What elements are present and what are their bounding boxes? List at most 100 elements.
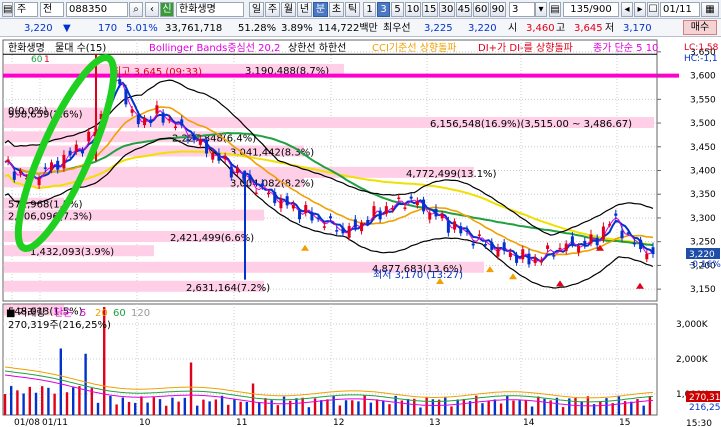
interval-button-5[interactable]: 5 (391, 2, 404, 17)
stock-name-field[interactable]: 한화생명 (176, 2, 244, 17)
volume-bar (53, 393, 56, 415)
stock-code-input[interactable]: 088350 (66, 2, 128, 17)
candle-body (285, 196, 289, 206)
calendar-icon[interactable]: ▦ (701, 2, 719, 17)
volume-bar (444, 396, 447, 415)
candle-body (205, 139, 209, 154)
low-label: 저 (605, 23, 615, 34)
scroll-right-icon[interactable]: ▸ (634, 2, 646, 17)
volume-bar (171, 397, 174, 415)
candle-body (484, 244, 488, 246)
volume-bar (214, 399, 218, 415)
price-tick-label: 3,350 (690, 190, 716, 200)
period-button-4[interactable]: 분 (313, 2, 328, 17)
candle-body (155, 105, 159, 114)
stock-search-icon[interactable]: ▤ (2, 2, 13, 17)
candle-body (56, 160, 60, 170)
date-check-icon[interactable]: ☐ (647, 2, 659, 17)
volume-bar (437, 399, 441, 415)
candle-body (564, 243, 568, 252)
candle-body (372, 206, 376, 217)
period-select[interactable]: 전 (40, 2, 64, 17)
volume-bar (78, 386, 81, 415)
candle-body (74, 144, 78, 151)
volume-bar (96, 402, 100, 415)
candle-body (527, 253, 531, 265)
candle-body (143, 117, 147, 126)
price-tick-label: 3,150 (690, 285, 716, 295)
legend-stock-name: 한화생명 (8, 42, 45, 54)
interval-button-15[interactable]: 15 (422, 2, 438, 17)
time-tick-label: 01/11 (42, 418, 68, 427)
volume-bar (22, 393, 25, 415)
period-button-1[interactable]: 주 (265, 2, 280, 17)
price-chart[interactable]: 3,190,488(8.7%)6,156,548(16.9%)(3,515.00… (0, 37, 721, 427)
volume-bar (72, 387, 75, 415)
price-tick-label: 3,450 (690, 143, 716, 153)
volume-bar (152, 397, 156, 415)
scroll-left-icon[interactable]: ◂ (621, 2, 633, 17)
volume-bar (251, 383, 255, 415)
price-tick-label: 3,300 (690, 214, 716, 224)
legend-hc: HC:-1,1 (684, 54, 718, 64)
interval-button-45[interactable]: 45 (456, 2, 472, 17)
period-button-5[interactable]: 초 (329, 2, 344, 17)
period-button-3[interactable]: 년 (297, 2, 312, 17)
volume-bar (630, 401, 633, 415)
interval-button-3[interactable]: 3 (377, 2, 390, 17)
candle-body (37, 178, 41, 186)
candle-body (453, 221, 457, 230)
volume-bar (65, 392, 69, 415)
candle-body (298, 210, 302, 220)
volume-bar (270, 400, 273, 415)
code-search-icon[interactable]: ⌕ (129, 2, 143, 17)
price-tick-label: 3,550 (690, 95, 716, 105)
volume-bar (208, 401, 211, 415)
volume-tick-label: 2,000K (676, 355, 709, 365)
period-button-0[interactable]: 일 (249, 2, 264, 17)
volume-bar (648, 396, 652, 415)
time-tick-label: 11 (236, 418, 247, 427)
time-tick-label: 13 (429, 418, 440, 427)
volume-bar (580, 401, 583, 415)
candle-body (192, 134, 196, 141)
market-type-select[interactable]: 주 (14, 2, 38, 17)
interval-button-60[interactable]: 60 (473, 2, 489, 17)
credit-badge: 신 (160, 2, 174, 17)
prev-stock-icon[interactable]: ‹ (145, 2, 159, 17)
current-price: 3,220 (24, 23, 53, 34)
volume-bar (115, 404, 118, 415)
candle-body (601, 226, 605, 240)
candle-body (490, 242, 494, 250)
interval-dropdown-icon[interactable]: ▾ (535, 2, 547, 17)
period-button-6[interactable]: 틱 (345, 2, 360, 17)
volume-bar (617, 395, 621, 415)
candle-body (180, 119, 184, 126)
period-button-2[interactable]: 월 (281, 2, 296, 17)
volume-bar (375, 399, 379, 415)
interval-input[interactable]: 3 (509, 2, 535, 17)
candle-body (6, 159, 10, 162)
interval-button-1[interactable]: 1 (363, 2, 376, 17)
candle-body (595, 237, 599, 246)
candle-body (260, 183, 264, 186)
price-tick-label: 3,600 (690, 72, 716, 82)
legend-ma-label: 물대 수(15) (55, 42, 106, 54)
candle-body (515, 254, 519, 263)
low-marker: 최저 3,170 (13:27) (373, 269, 463, 281)
volume-bar (10, 386, 13, 415)
date-input[interactable]: 01/11 (660, 2, 700, 17)
interval-button-30[interactable]: 30 (439, 2, 455, 17)
candle-body (217, 153, 221, 161)
candle-body (533, 257, 537, 264)
settings-icon[interactable]: ▤ (549, 2, 561, 17)
interval-button-10[interactable]: 10 (405, 2, 421, 17)
volume-bar (127, 401, 131, 415)
volume-bar (146, 402, 149, 415)
interval-button-90[interactable]: 90 (490, 2, 506, 17)
candle-body (68, 150, 72, 156)
volume-bar (388, 404, 391, 415)
buy-button[interactable]: 매수 (683, 20, 717, 35)
candle-body (409, 196, 413, 199)
candle-body (248, 174, 252, 180)
